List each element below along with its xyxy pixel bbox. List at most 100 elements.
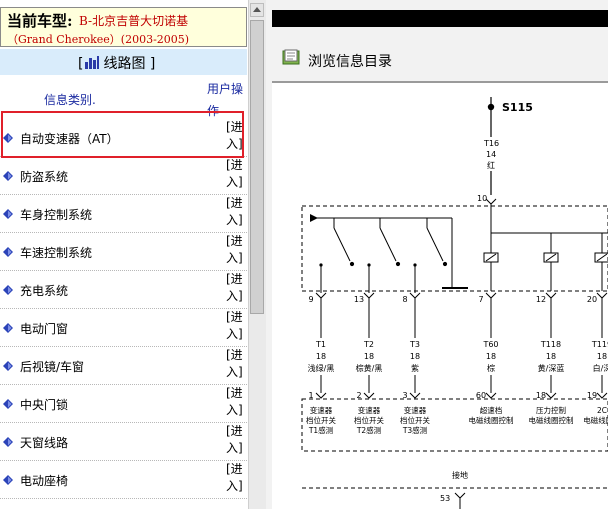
diamond-bullet-icon	[3, 399, 13, 409]
wire-circuit: T3	[409, 340, 420, 349]
wire-column: 7T6018棕60	[476, 292, 499, 400]
category-row[interactable]: 充电系统 [进入]	[0, 272, 247, 309]
wire-color: 棕	[487, 363, 495, 373]
enter-link[interactable]: [进入]	[226, 385, 244, 419]
category-label[interactable]: 自动变速器（AT）	[20, 130, 119, 147]
top-pin-label: 12	[536, 295, 546, 304]
top-pin-label: 8	[402, 295, 407, 304]
enter-link[interactable]: [进入]	[226, 119, 244, 153]
wire-circuit: T60	[482, 340, 498, 349]
wiring-diagram-svg: S115 T16 14 红 10 9T118浅绿/黑113T218棕黄/黑28T…	[301, 97, 608, 509]
enter-link[interactable]: [进入]	[226, 195, 244, 229]
wire-columns: 9T118浅绿/黑113T218棕黄/黑28T318紫37T6018棕6012T…	[308, 263, 608, 400]
component-columns: 变速器档位开关T1感测变速器档位开关T2感测变速器档位开关T3感测超速档电磁线圈…	[306, 405, 608, 435]
category-label[interactable]: 车速控制系统	[20, 244, 92, 261]
enter-link[interactable]: [进入]	[226, 461, 244, 495]
category-row[interactable]: 车身控制系统 [进入]	[0, 196, 247, 233]
category-row[interactable]: 防盗系统 [进入]	[0, 158, 247, 195]
splice-label: S115	[502, 101, 533, 114]
category-row[interactable]: 自动变速器（AT） [进入]	[0, 120, 247, 157]
category-label[interactable]: 电动座椅	[20, 472, 68, 489]
component-line: 变速器	[358, 405, 381, 415]
right-pane: 浏览信息目录 S115 T16 14 红 10 9 T1 18 浅绿/黑 1 1…	[266, 0, 608, 509]
wire-circuit: T1	[315, 340, 326, 349]
category-label[interactable]: 车身控制系统	[20, 206, 92, 223]
right-top-bar	[272, 10, 608, 27]
wire-gauge: 18	[597, 352, 607, 361]
top-wire-circuit: T16	[483, 139, 499, 148]
category-row[interactable]: 电动门窗 [进入]	[0, 310, 247, 347]
column-header: 信息类别. 用户操作	[0, 76, 247, 118]
wire-gauge: 18	[410, 352, 420, 361]
diamond-bullet-icon	[3, 361, 13, 371]
component-label: 变速器档位开关T3感测	[400, 405, 430, 435]
top-pin-label: 9	[308, 295, 313, 304]
wire-column: 20T11918白/深19	[587, 292, 608, 400]
left-pane: 当前车型: B-北京吉普大切诺基 （Grand Cherokee）(2003-2…	[0, 0, 248, 509]
bracket-open: [	[78, 56, 84, 72]
category-label[interactable]: 后视镜/车窗	[20, 358, 84, 375]
category-row[interactable]: 电动座椅 [进入]	[0, 462, 247, 499]
section-title: 线路图	[103, 56, 146, 72]
category-row[interactable]: 后视镜/车窗 [进入]	[0, 348, 247, 385]
scroll-up-button[interactable]	[250, 3, 264, 17]
top-pin-label: 7	[478, 295, 483, 304]
component-label: 变速器档位开关T1感测	[306, 405, 336, 435]
category-label[interactable]: 充电系统	[20, 282, 68, 299]
enter-link[interactable]: [进入]	[226, 233, 244, 267]
section-title-wrap: [ 线路图 ]	[78, 53, 155, 73]
top-wire-gauge: 14	[486, 150, 496, 159]
component-line: 2C	[597, 406, 607, 415]
category-row[interactable]: 车速控制系统 [进入]	[0, 234, 247, 271]
top-pin-label: 13	[354, 295, 364, 304]
wire-color: 棕黄/黑	[356, 363, 383, 373]
diamond-bullet-icon	[3, 475, 13, 485]
category-label[interactable]: 电动门窗	[20, 320, 68, 337]
wire-column: 12T11818黄/深蓝18	[536, 292, 565, 400]
diamond-bullet-icon	[3, 133, 13, 143]
current-model-box: 当前车型: B-北京吉普大切诺基 （Grand Cherokee）(2003-2…	[0, 7, 247, 47]
scroll-thumb[interactable]	[250, 20, 264, 314]
diamond-bullet-icon	[3, 323, 13, 333]
top-pin: 10	[477, 194, 487, 203]
wire-column: 9T118浅绿/黑1	[308, 263, 334, 400]
component-line: 压力控制	[536, 405, 566, 415]
wire-color: 黄/深蓝	[538, 363, 565, 373]
component-line: T2感测	[356, 425, 381, 435]
component-line: 变速器	[404, 405, 427, 415]
book-icon	[282, 49, 300, 65]
section-header: [ 线路图 ]	[0, 49, 247, 75]
enter-link[interactable]: [进入]	[226, 309, 244, 343]
component-line: 档位开关	[306, 415, 336, 425]
category-label[interactable]: 防盗系统	[20, 168, 68, 185]
enter-link[interactable]: [进入]	[226, 347, 244, 381]
category-row[interactable]: 中央门锁 [进入]	[0, 386, 247, 423]
bracket-close: ]	[149, 56, 156, 72]
wire-gauge: 18	[364, 352, 374, 361]
category-label[interactable]: 中央门锁	[20, 396, 68, 413]
component-line: 档位开关	[400, 415, 430, 425]
category-row[interactable]: 天窗线路 [进入]	[0, 424, 247, 461]
scroll-up-arrow-icon	[253, 7, 261, 12]
wire-circuit: T118	[540, 340, 561, 349]
component-line: 变速器	[310, 405, 333, 415]
component-line: 电磁线圈控	[583, 415, 608, 425]
enter-link[interactable]: [进入]	[226, 423, 244, 457]
ground-label: 接地	[452, 470, 468, 480]
column-type-header: 信息类别.	[44, 93, 96, 107]
enter-link[interactable]: [进入]	[226, 157, 244, 191]
wire-column: 8T318紫3	[402, 263, 421, 400]
model-subtitle: （Grand Cherokee）(2003-2005)	[7, 33, 190, 46]
component-line: T3感测	[402, 425, 427, 435]
category-label[interactable]: 天窗线路	[20, 434, 68, 451]
enter-link[interactable]: [进入]	[226, 271, 244, 305]
wire-gauge: 18	[316, 352, 326, 361]
left-scrollbar[interactable]	[248, 0, 266, 509]
top-wire-color: 红	[487, 160, 495, 170]
component-label: 变速器档位开关T2感测	[354, 405, 384, 435]
wire-gauge: 18	[486, 352, 496, 361]
column-op-header: 用户操作	[207, 82, 244, 118]
browse-header: 浏览信息目录	[272, 27, 608, 79]
wiring-diagram[interactable]: S115 T16 14 红 10 9 T1 18 浅绿/黑 1 13 T2 18…	[272, 83, 608, 509]
component-line: 电磁线圈控制	[529, 415, 574, 425]
